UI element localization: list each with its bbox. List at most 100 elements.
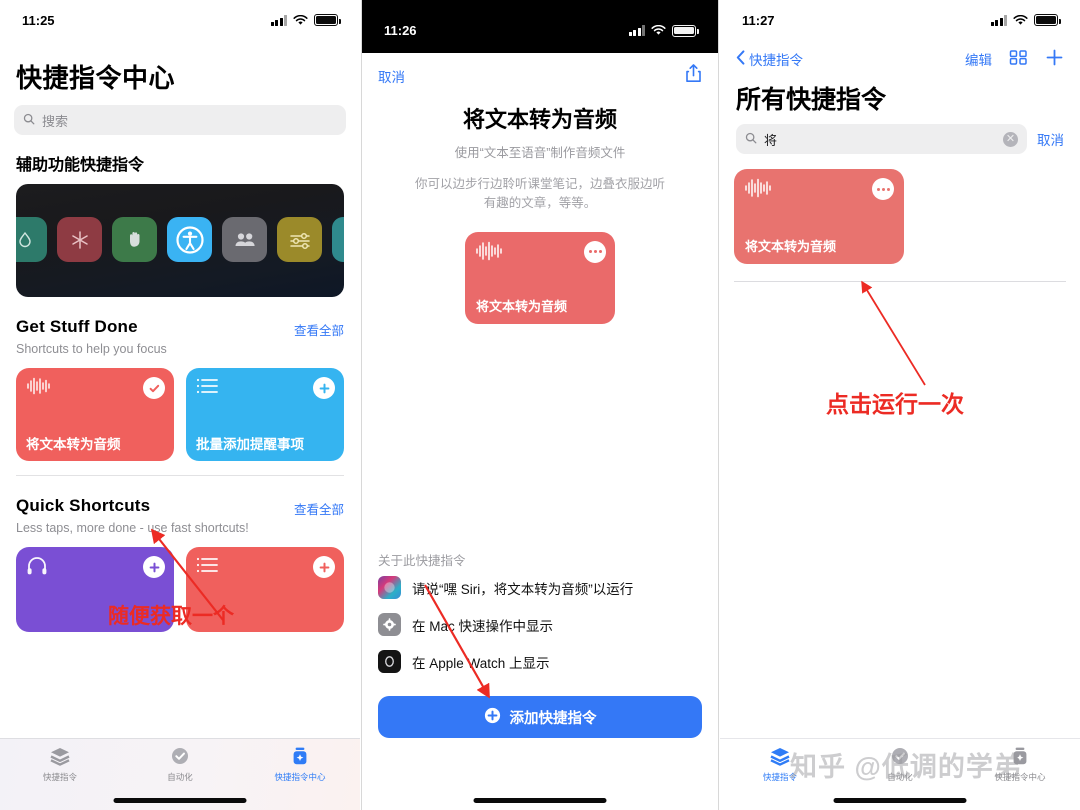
waveform-icon [475, 241, 503, 265]
clear-icon[interactable]: ✕ [1003, 131, 1018, 147]
waveform-icon [744, 178, 772, 202]
tab-label: 快捷指令中心 [274, 772, 326, 782]
search-icon [23, 113, 35, 128]
screenshot-stage: 11:25 快捷指令中心 搜索 辅助功能快捷指令 Get Stuff Done … [0, 0, 1080, 810]
search-input[interactable]: 搜索 [14, 105, 346, 135]
accessibility-icon-row [16, 217, 344, 262]
tab-label: 快捷指令中心 [994, 772, 1046, 782]
list-item-apple-watch: 在 Apple Watch 上显示 [378, 643, 702, 680]
status-bar: 11:26 [362, 0, 718, 53]
add-button[interactable] [1045, 48, 1064, 70]
shortcut-subtitle: 使用“文本至语音”制作音频文件 [454, 146, 626, 160]
card-label: 将文本转为音频 [476, 298, 568, 314]
shortcut-card-headphones[interactable] [16, 547, 174, 632]
cellular-signal-icon [990, 14, 1007, 26]
sparkle-icon [332, 217, 344, 262]
more-dots-icon[interactable] [584, 240, 606, 263]
status-indicators [990, 14, 1061, 26]
shortcut-preview-card[interactable]: 将文本转为音频 [465, 231, 615, 324]
shortcut-card-list[interactable] [186, 547, 344, 632]
list-item-label: 请说“嘿 Siri，将文本转为音频”以运行 [412, 581, 634, 597]
see-all-link[interactable]: 查看全部 [294, 496, 344, 518]
list-item-siri: 请说“嘿 Siri，将文本转为音频”以运行 [378, 569, 702, 606]
back-label: 快捷指令 [749, 53, 803, 68]
wifi-icon [1013, 14, 1028, 26]
see-all-link[interactable]: 查看全部 [294, 317, 344, 339]
section-heading-accessibility: 辅助功能快捷指令 [16, 157, 145, 174]
gear-icon [378, 613, 401, 636]
plus-icon [313, 556, 335, 578]
card-label: 将文本转为音频 [745, 239, 837, 254]
asterisk-icon [57, 217, 102, 262]
tab-shortcuts[interactable]: 快捷指令 [0, 739, 120, 810]
accessibility-icon[interactable] [167, 217, 212, 262]
shortcut-card-text-to-audio[interactable]: 将文本转为音频 [16, 368, 174, 461]
share-icon[interactable] [685, 63, 702, 88]
automation-clock-icon [169, 746, 191, 768]
card-label: 批量添加提醒事项 [196, 437, 304, 452]
gallery-jar-icon [289, 746, 311, 768]
card-label: 将文本转为音频 [26, 437, 121, 452]
headphones-icon [26, 557, 48, 580]
grid-icon[interactable] [1009, 49, 1028, 69]
edit-button[interactable]: 编辑 [965, 49, 992, 69]
droplet-icon [16, 217, 47, 262]
cancel-button[interactable]: 取消 [1037, 129, 1064, 149]
panel-all-shortcuts: 11:27 快捷指令 编辑 所有快捷指令 将 ✕ 取消 将文本转为音频 快捷指令… [720, 0, 1080, 810]
battery-icon [1034, 14, 1061, 26]
section-header-quick-shortcuts: Quick Shortcuts 查看全部 [0, 476, 360, 518]
plus-circle-icon [484, 707, 501, 728]
status-indicators [628, 24, 699, 37]
status-time: 11:25 [22, 12, 55, 28]
section-title: Get Stuff Done [16, 317, 138, 336]
siri-icon [378, 576, 401, 599]
wifi-icon [293, 14, 308, 26]
shortcut-description: 你可以边步行边聆听课堂笔记，边叠衣服边听有趣的文章，等等。 [414, 177, 665, 211]
plus-icon [143, 556, 165, 578]
page-title: 快捷指令中心 [16, 63, 176, 93]
tab-label: 快捷指令 [762, 772, 797, 782]
list-icon [196, 557, 220, 578]
people-icon [222, 217, 267, 262]
plus-icon [313, 377, 335, 399]
shortcut-result-card[interactable]: 将文本转为音频 [734, 169, 904, 264]
cellular-signal-icon [628, 25, 645, 36]
hand-icon [112, 217, 157, 262]
search-icon [745, 132, 757, 147]
cellular-signal-icon [270, 14, 287, 26]
back-button[interactable]: 快捷指令 [736, 49, 803, 69]
accessibility-banner[interactable] [16, 184, 344, 297]
waveform-icon [26, 377, 52, 399]
list-item-mac-quick-action: 在 Mac 快速操作中显示 [378, 606, 702, 643]
shortcut-title: 将文本转为音频 [462, 107, 617, 132]
page-title: 所有快捷指令 [736, 86, 887, 114]
chevron-left-icon [736, 50, 745, 68]
cancel-button[interactable]: 取消 [378, 66, 405, 86]
status-bar: 11:25 [0, 0, 360, 40]
more-dots-icon[interactable] [872, 178, 894, 200]
status-indicators [270, 14, 341, 26]
battery-icon [314, 14, 341, 26]
status-time: 11:26 [384, 23, 417, 38]
list-icon [196, 378, 220, 399]
tab-label: 自动化 [887, 772, 913, 782]
tab-gallery[interactable]: 快捷指令中心 [960, 739, 1080, 810]
automation-clock-icon [889, 746, 911, 768]
list-separator [734, 281, 1066, 282]
add-shortcut-button[interactable]: 添加快捷指令 [378, 696, 702, 738]
tab-shortcuts[interactable]: 快捷指令 [720, 739, 840, 810]
check-icon [143, 377, 165, 399]
about-list: 请说“嘿 Siri，将文本转为音频”以运行 在 Mac 快速操作中显示 在 Ap… [362, 569, 718, 680]
battery-icon [672, 24, 699, 37]
gallery-jar-icon [1009, 746, 1031, 768]
apple-watch-icon [378, 650, 401, 673]
card-row-quick-shortcuts [0, 535, 360, 632]
add-shortcut-label: 添加快捷指令 [509, 710, 597, 727]
navigation-bar: 快捷指令 编辑 [720, 40, 1080, 70]
home-indicator [833, 798, 967, 803]
search-placeholder: 搜索 [42, 113, 69, 129]
search-input[interactable]: 将 ✕ [736, 124, 1027, 154]
shortcut-card-batch-reminders[interactable]: 批量添加提醒事项 [186, 368, 344, 461]
tab-gallery[interactable]: 快捷指令中心 [240, 739, 360, 810]
list-item-label: 在 Apple Watch 上显示 [412, 655, 550, 671]
